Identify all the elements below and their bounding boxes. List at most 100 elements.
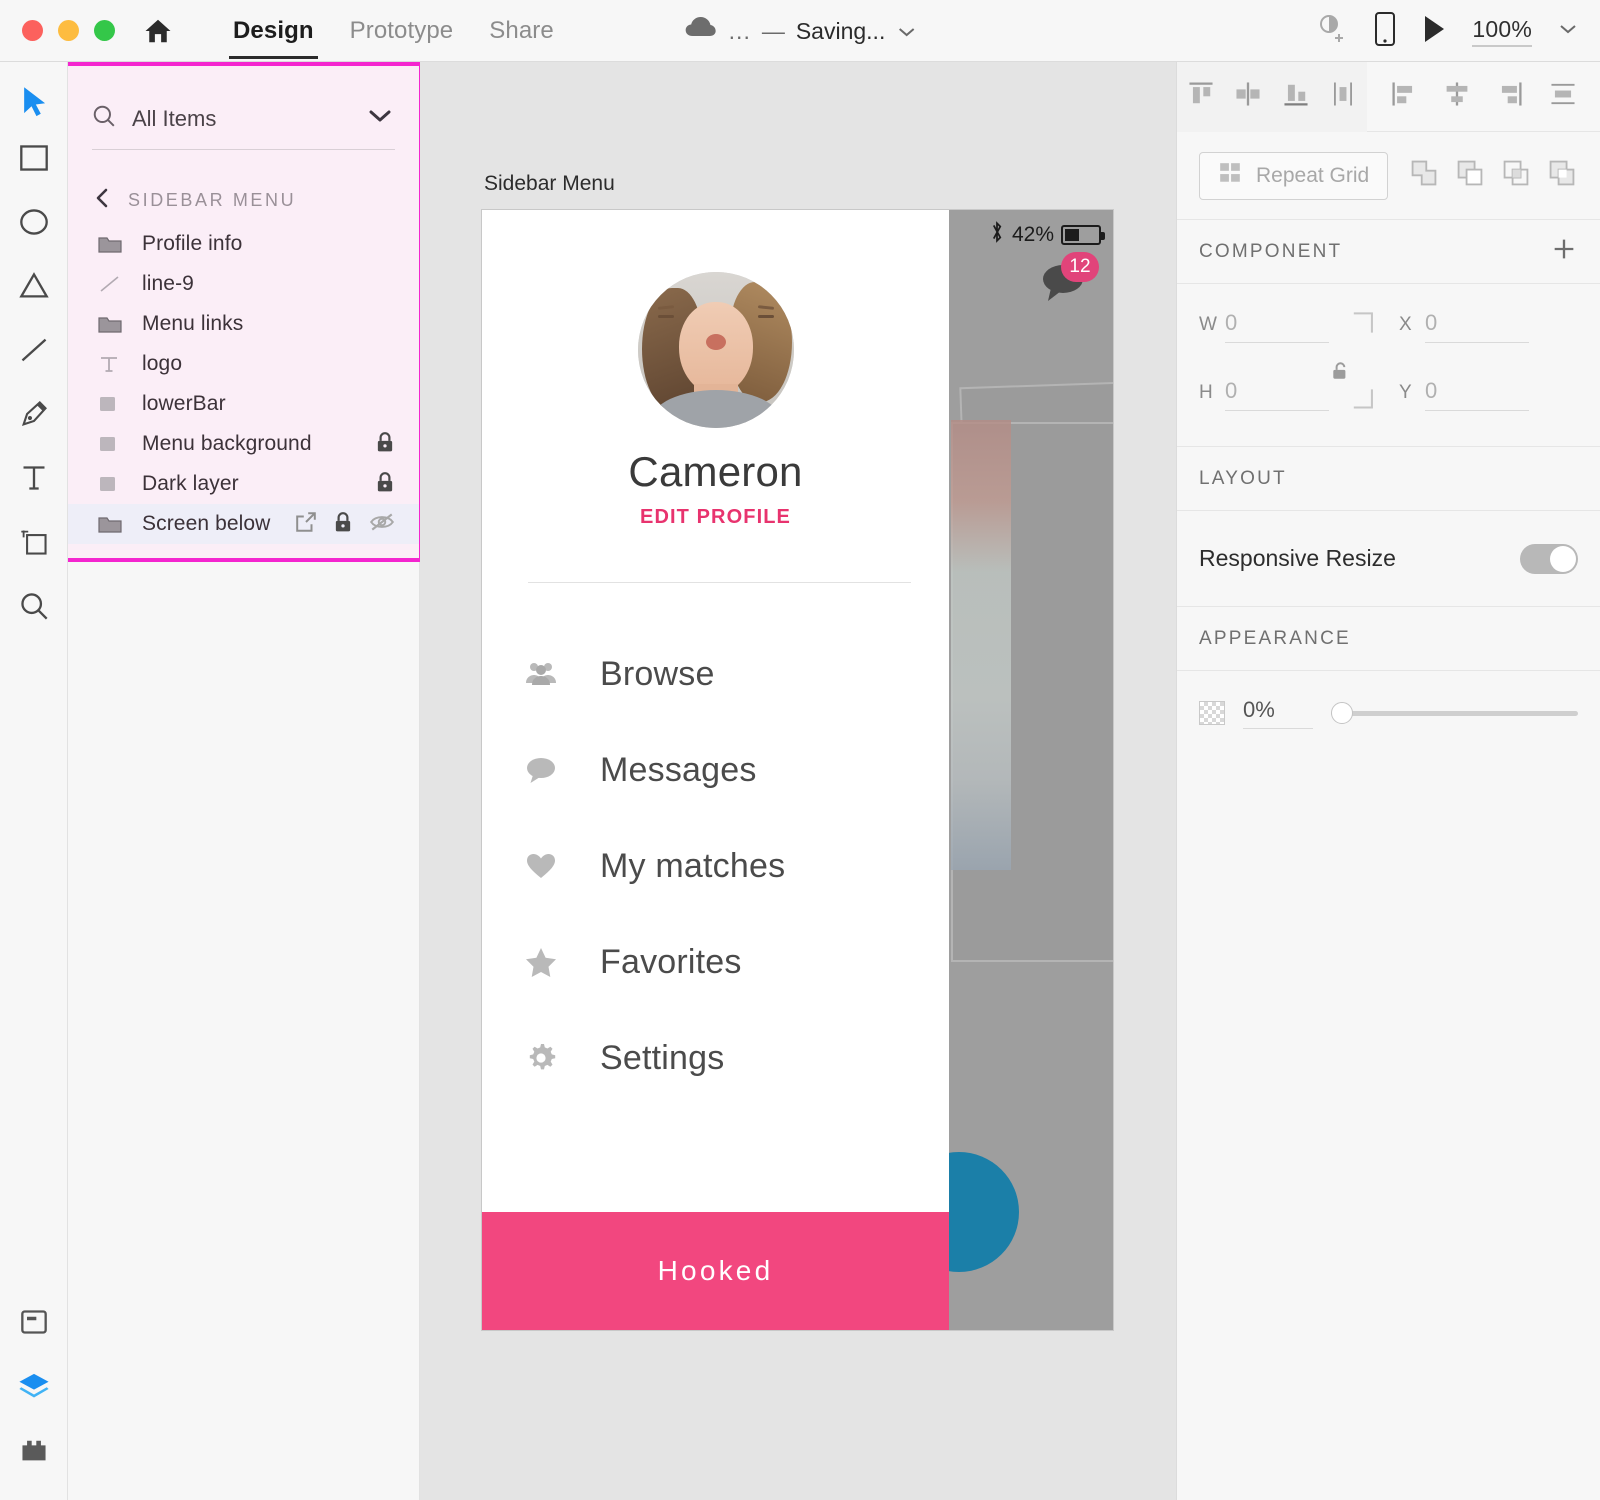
plugin-icon[interactable] — [0, 1418, 68, 1482]
assets-panel-icon[interactable] — [0, 1290, 68, 1354]
layer-row-screen-below[interactable]: Screen below — [68, 504, 419, 544]
edit-profile-link[interactable]: EDIT PROFILE — [482, 506, 949, 529]
select-tool[interactable] — [0, 62, 68, 126]
layer-row-logo[interactable]: logo — [68, 344, 419, 384]
repeat-grid-row: Repeat Grid — [1177, 132, 1600, 220]
layer-row-line-9[interactable]: line-9 — [68, 264, 419, 304]
align-bottom-icon[interactable] — [1281, 79, 1311, 114]
width-field[interactable]: W 0 — [1199, 310, 1329, 343]
artboard-sidebar-menu[interactable]: 42% 12 Cameron EDIT PROFILE Browse Messa… — [481, 209, 1114, 1331]
maximize-window-button[interactable] — [94, 20, 115, 41]
ellipse-tool[interactable] — [0, 190, 68, 254]
menu-item-messages[interactable]: Messages — [482, 722, 949, 818]
zoom-chevron-down-icon[interactable] — [1558, 22, 1578, 41]
repeat-grid-button[interactable]: Repeat Grid — [1199, 151, 1389, 200]
height-value[interactable]: 0 — [1225, 378, 1329, 411]
layer-row-menu-background[interactable]: Menu background — [68, 424, 419, 464]
battery-percent: 42% — [1011, 223, 1054, 246]
filter-chevron-down-icon[interactable] — [367, 107, 393, 130]
layer-row-menu-links[interactable]: Menu links — [68, 304, 419, 344]
align-top-icon[interactable] — [1186, 79, 1216, 114]
menu-item-label: Messages — [600, 750, 757, 789]
x-value[interactable]: 0 — [1425, 310, 1529, 343]
chevron-left-icon[interactable] — [94, 187, 110, 214]
distribute-horizontal-icon[interactable] — [1548, 79, 1578, 114]
y-field[interactable]: Y 0 — [1399, 378, 1529, 411]
artboard-tool[interactable] — [0, 510, 68, 574]
width-value[interactable]: 0 — [1225, 310, 1329, 343]
chat-unread-badge: 12 — [1061, 252, 1099, 282]
external-link-icon[interactable] — [295, 511, 317, 538]
menu-item-my-matches[interactable]: My matches — [482, 818, 949, 914]
zoom-tool[interactable] — [0, 574, 68, 638]
layers-stack-icon[interactable] — [0, 1354, 68, 1418]
document-title-group[interactable]: ... — Saving... — [684, 0, 917, 62]
minimize-window-button[interactable] — [58, 20, 79, 41]
align-right-icon[interactable] — [1495, 79, 1525, 114]
design-canvas[interactable]: Sidebar Menu 42% 12 Cameron EDIT PROFILE… — [420, 62, 1176, 1500]
rectangle-icon — [98, 434, 124, 454]
layer-row-profile-info[interactable]: Profile info — [68, 224, 419, 264]
component-section-header: COMPONENT — [1177, 220, 1600, 284]
menu-item-browse[interactable]: Browse — [482, 626, 949, 722]
plus-icon[interactable] — [1550, 235, 1578, 268]
polygon-tool[interactable] — [0, 254, 68, 318]
home-icon[interactable] — [143, 16, 173, 46]
unlocked-aspect-ratio-icon[interactable] — [1330, 360, 1352, 387]
star-icon — [524, 947, 558, 977]
align-left-icon[interactable] — [1389, 79, 1419, 114]
hooked-bottom-bar[interactable]: Hooked — [482, 1212, 949, 1330]
play-icon[interactable] — [1422, 14, 1446, 49]
close-window-button[interactable] — [22, 20, 43, 41]
menu-item-favorites[interactable]: Favorites — [482, 914, 949, 1010]
line-tool[interactable] — [0, 318, 68, 382]
menu-item-settings[interactable]: Settings — [482, 1010, 949, 1106]
hidden-eye-icon[interactable] — [369, 512, 395, 537]
lock-icon[interactable] — [333, 511, 353, 538]
layer-name: Menu links — [142, 312, 244, 335]
add-collaborator-icon[interactable] — [1314, 13, 1348, 50]
sidebar-menu-panel: Cameron EDIT PROFILE Browse Messages My … — [482, 210, 949, 1330]
opacity-slider[interactable] — [1331, 702, 1578, 724]
layer-group-breadcrumb[interactable]: SIDEBAR MENU — [94, 182, 419, 218]
xd-application-window: Design Prototype Share ... — Saving... 1… — [0, 0, 1600, 1500]
layer-name: lowerBar — [142, 392, 226, 415]
align-horizontal-center-icon[interactable] — [1442, 79, 1472, 114]
layer-row-dark-layer[interactable]: Dark layer — [68, 464, 419, 504]
align-vertical-center-icon[interactable] — [1233, 79, 1263, 114]
y-label: Y — [1399, 382, 1412, 403]
chevron-down-icon[interactable] — [896, 18, 916, 45]
lock-icon[interactable] — [375, 431, 395, 458]
responsive-resize-toggle[interactable] — [1520, 543, 1578, 574]
zoom-level[interactable]: 100% — [1472, 16, 1532, 47]
y-value[interactable]: 0 — [1425, 378, 1529, 411]
x-field[interactable]: X 0 — [1399, 310, 1529, 343]
opacity-value[interactable]: 0% — [1243, 697, 1313, 729]
layer-row-lowerbar[interactable]: lowerBar — [68, 384, 419, 424]
tab-share[interactable]: Share — [471, 0, 572, 62]
text-tool[interactable] — [0, 446, 68, 510]
add-shape-icon[interactable] — [1408, 157, 1440, 194]
rectangle-tool[interactable] — [0, 126, 68, 190]
tab-design[interactable]: Design — [215, 0, 332, 62]
height-field[interactable]: H 0 — [1199, 378, 1329, 411]
layer-actions — [375, 431, 395, 458]
mobile-preview-icon[interactable] — [1374, 11, 1396, 51]
people-group-icon — [524, 661, 558, 687]
layer-search-row[interactable]: All Items — [92, 88, 395, 150]
subtract-shape-icon[interactable] — [1454, 157, 1486, 194]
search-input[interactable]: All Items — [132, 106, 351, 132]
pen-tool[interactable] — [0, 382, 68, 446]
layer-name: Screen below — [142, 512, 271, 535]
distribute-vertical-icon[interactable] — [1328, 79, 1358, 114]
x-label: X — [1399, 314, 1412, 335]
tab-prototype[interactable]: Prototype — [332, 0, 472, 62]
text-t-icon — [98, 354, 124, 374]
width-label: W — [1199, 314, 1217, 335]
appearance-section-header: APPEARANCE — [1177, 607, 1600, 671]
exclude-shape-icon[interactable] — [1546, 157, 1578, 194]
artboard-name-label[interactable]: Sidebar Menu — [484, 172, 615, 196]
mobile-status-bar: 42% — [989, 220, 1105, 250]
lock-icon[interactable] — [375, 471, 395, 498]
intersect-shape-icon[interactable] — [1500, 157, 1532, 194]
